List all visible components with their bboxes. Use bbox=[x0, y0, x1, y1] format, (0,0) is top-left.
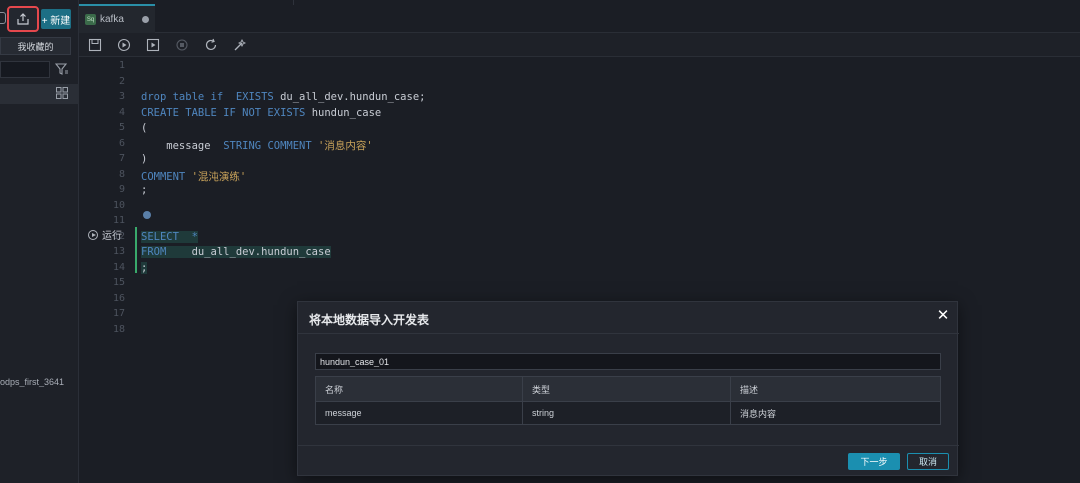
code-line[interactable]: ; bbox=[141, 184, 147, 196]
code-token: COMMENT bbox=[141, 170, 192, 183]
code-token: ; bbox=[141, 261, 148, 274]
tab-bar: Sq kafka bbox=[79, 0, 1080, 33]
dialog-header: 将本地数据导入开发表 ✕ bbox=[298, 302, 959, 334]
sql-file-icon: Sq bbox=[85, 14, 96, 25]
line-number: 8 bbox=[118, 168, 125, 180]
line-number: 16 bbox=[112, 292, 125, 304]
code-token: du_all_dev.hundun_case; bbox=[280, 91, 426, 103]
refresh-icon[interactable] bbox=[204, 38, 218, 52]
table-name-input[interactable] bbox=[315, 353, 941, 370]
collapse-icon[interactable] bbox=[0, 12, 6, 24]
tab-kafka[interactable]: Sq kafka bbox=[79, 4, 155, 33]
favorites-button[interactable]: 我收藏的 bbox=[0, 37, 71, 55]
dialog-title: 将本地数据导入开发表 bbox=[309, 313, 430, 327]
line-number: 6 bbox=[118, 137, 125, 149]
cell-type[interactable]: string bbox=[523, 402, 731, 424]
code-token: message bbox=[141, 139, 224, 152]
code-line[interactable]: FROM du_all_dev.hundun_case bbox=[141, 246, 331, 258]
save-icon[interactable] bbox=[88, 38, 102, 52]
code-line[interactable]: drop table if EXISTS du_all_dev.hundun_c… bbox=[141, 91, 425, 103]
dialog-footer: 下一步 取消 bbox=[298, 445, 959, 476]
code-token: du_all_dev.hundun_case bbox=[191, 246, 331, 258]
app-window: + 新建 我收藏的 odps_first_3641 Sq kafka 1 2 3… bbox=[0, 0, 1080, 483]
line-number: 13 bbox=[112, 246, 125, 257]
modified-lines-marker bbox=[135, 227, 137, 273]
line-number: 3 bbox=[118, 91, 125, 102]
column-header-type: 类型 bbox=[523, 377, 731, 401]
line-number: 4 bbox=[118, 106, 125, 118]
cell-name[interactable]: message bbox=[316, 402, 523, 424]
code-token: FROM bbox=[141, 246, 192, 258]
sidebar-search-input[interactable] bbox=[0, 61, 50, 78]
line-number: 15 bbox=[112, 277, 125, 288]
tab-label: kafka bbox=[100, 14, 124, 25]
line-number: 5 bbox=[118, 122, 125, 133]
code-line[interactable]: message STRING COMMENT '消息内容' bbox=[141, 138, 373, 153]
editor-toolbar bbox=[79, 33, 1080, 57]
code-token: SELECT * bbox=[141, 230, 198, 243]
code-token: ( bbox=[141, 122, 148, 134]
code-token: STRING COMMENT bbox=[223, 139, 319, 152]
close-icon[interactable]: ✕ bbox=[935, 308, 951, 324]
column-table: 名称 类型 描述 message string 消息内容 bbox=[315, 376, 941, 425]
next-button[interactable]: 下一步 bbox=[848, 453, 900, 470]
sidebar-toolbar: + 新建 bbox=[0, 6, 79, 32]
cancel-button[interactable]: 取消 bbox=[907, 453, 949, 470]
line-number: 17 bbox=[112, 308, 125, 319]
line-number: 9 bbox=[118, 184, 125, 195]
run-icon[interactable] bbox=[117, 38, 131, 52]
code-line[interactable]: SELECT * bbox=[141, 230, 198, 243]
line-number: 10 bbox=[112, 199, 125, 211]
line-number: 18 bbox=[112, 323, 125, 335]
code-token: '消息内容' bbox=[318, 139, 373, 152]
run-selected-icon[interactable] bbox=[146, 38, 160, 52]
line-number: 11 bbox=[112, 215, 125, 226]
line-number: 14 bbox=[112, 261, 125, 273]
table-header: 名称 类型 描述 bbox=[316, 377, 940, 402]
code-line[interactable]: ; bbox=[141, 261, 148, 274]
code-token: '混沌演练' bbox=[191, 170, 247, 183]
code-line[interactable]: ) bbox=[141, 153, 147, 165]
code-line[interactable]: CREATE TABLE IF NOT EXISTS hundun_case bbox=[141, 107, 381, 119]
unsaved-dot-icon[interactable] bbox=[142, 16, 149, 23]
divider bbox=[293, 0, 294, 5]
code-line[interactable]: COMMENT '混沌演练' bbox=[141, 169, 246, 184]
play-icon bbox=[88, 229, 98, 240]
table-row[interactable]: message string 消息内容 bbox=[316, 402, 940, 424]
code-token: hundun_case bbox=[311, 106, 382, 119]
line-number: 1 bbox=[118, 60, 125, 71]
upload-icon bbox=[17, 13, 29, 25]
code-line[interactable]: ( bbox=[141, 122, 147, 134]
import-dialog: 将本地数据导入开发表 ✕ 名称 类型 描述 message string 消息内… bbox=[297, 301, 959, 476]
sidebar: + 新建 我收藏的 odps_first_3641 bbox=[0, 0, 79, 483]
code-token: ) bbox=[141, 153, 148, 165]
format-icon[interactable] bbox=[233, 38, 247, 52]
line-number: 2 bbox=[118, 75, 125, 87]
code-token: CREATE TABLE IF NOT EXISTS bbox=[141, 106, 312, 119]
cell-desc[interactable]: 消息内容 bbox=[731, 402, 940, 424]
stop-icon[interactable] bbox=[175, 38, 189, 52]
lightbulb-icon[interactable] bbox=[143, 211, 151, 219]
filter-icon[interactable] bbox=[55, 62, 69, 76]
sidebar-tree-item[interactable]: odps_first_3641 bbox=[0, 377, 79, 387]
run-label: 运行 bbox=[102, 231, 122, 242]
grid-icon[interactable] bbox=[56, 87, 68, 99]
code-token: drop table if EXISTS bbox=[141, 91, 281, 103]
code-token: ; bbox=[141, 184, 148, 196]
column-header-desc: 描述 bbox=[740, 384, 759, 395]
column-header-name: 名称 bbox=[316, 377, 523, 401]
line-number: 7 bbox=[118, 153, 125, 164]
import-data-button[interactable] bbox=[7, 6, 39, 32]
sidebar-tree-header[interactable] bbox=[0, 84, 79, 104]
run-statement-button[interactable]: 运行 bbox=[88, 227, 122, 242]
new-button[interactable]: + 新建 bbox=[41, 9, 71, 29]
